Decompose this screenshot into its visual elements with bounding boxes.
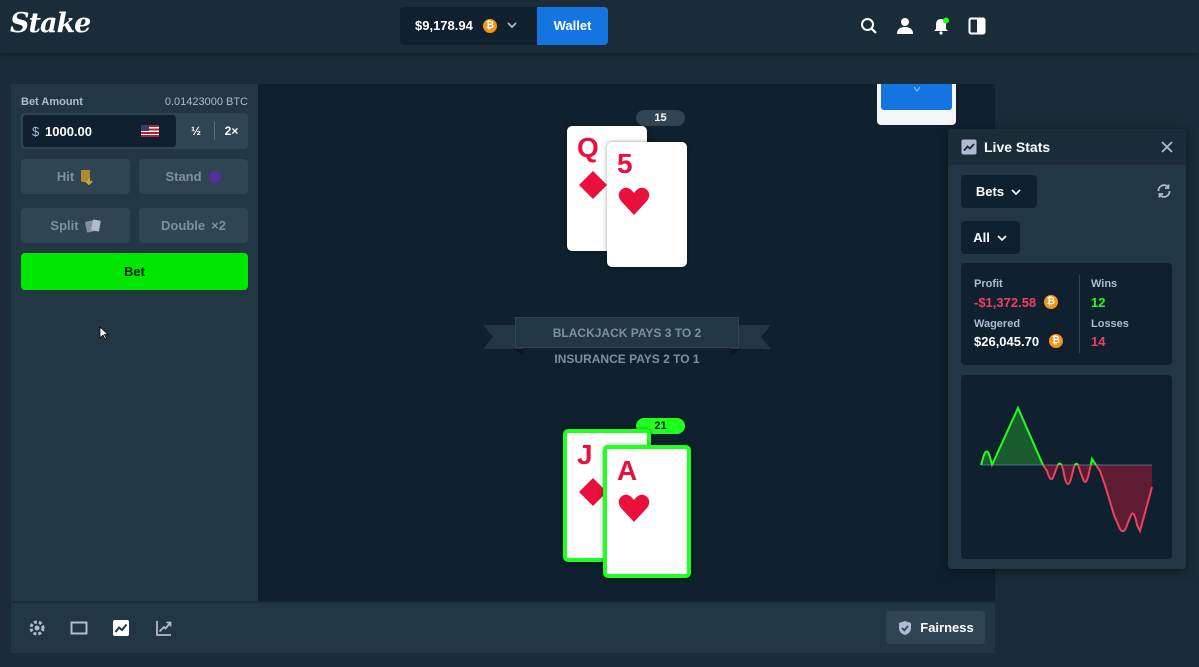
chevron-down-icon [997,234,1007,241]
refresh-icon[interactable] [1155,182,1173,200]
bitcoin-icon: ₿ [1044,295,1058,309]
sidebar-toggle-icon[interactable] [968,17,986,35]
live-stats-title: Live Stats [984,139,1051,155]
bet-amount-input[interactable]: $ 1000.00 [23,115,176,147]
card-rank: Q [577,132,599,163]
double-down-label: Double [161,218,206,233]
insurance-payout-text: INSURANCE PAYS 2 TO 1 [554,352,700,366]
stats-summary: Profit -$1,372.58 ₿ Wagered $26,045.70 ₿… [961,263,1172,365]
deck-shoe-widget [877,84,956,125]
bitcoin-icon: ₿ [483,19,497,33]
bet-button[interactable]: Bet [21,253,248,290]
close-icon[interactable] [1160,140,1174,154]
hit-button[interactable]: Hit [21,159,130,194]
currency-symbol: $ [32,124,40,139]
card-rank: 5 [617,148,633,179]
top-bar: Stake $9,178.94 ₿ Wallet [0,0,1199,53]
losses-label: Losses [1091,318,1129,330]
split-label: Split [50,218,79,233]
balance-selector[interactable]: $9,178.94 ₿ [400,7,537,45]
dealer-card-2: 5 [607,142,687,267]
stats-filter-dropdown[interactable]: Bets [961,175,1037,208]
losses-value: 14 [1091,334,1106,349]
balance-amount: $9,178.94 [415,18,473,33]
stand-button[interactable]: Stand [139,159,248,194]
chevron-down-icon [1011,188,1021,195]
user-icon[interactable] [896,17,914,35]
blackjack-payout-text: BLACKJACK PAYS 3 TO 2 [515,317,739,348]
profit-chart [961,375,1172,559]
settings-gear-icon[interactable] [28,619,46,637]
stand-hand-icon [208,170,221,183]
bet-amount-value: 1000.00 [45,124,92,139]
chevron-down-icon [507,22,517,29]
profit-value: -$1,372.58 [974,295,1037,310]
deck-shoe-inner [881,84,952,110]
search-icon[interactable] [860,17,878,35]
stand-label: Stand [165,169,202,184]
wagered-label: Wagered [974,318,1021,330]
wins-value: 12 [1091,295,1106,310]
stats-scope-label: All [973,230,990,245]
stats-chart-icon [961,139,977,155]
diamond-suit-icon [579,171,607,199]
theatre-mode-icon[interactable] [70,619,88,637]
us-flag-icon [141,125,159,137]
mouse-cursor-icon [99,326,109,340]
hit-card-icon [81,169,93,185]
stats-filter-label: Bets [975,184,1005,199]
hit-label: Hit [56,169,75,184]
fairness-button[interactable]: Fairness [886,611,985,644]
heart-suit-icon [618,187,650,215]
bitcoin-icon: ₿ [1049,334,1063,348]
fairness-label: Fairness [920,620,974,635]
game-footer: Fairness [11,603,995,653]
profit-label: Profit [974,278,1003,290]
heart-suit-icon [618,494,650,522]
stake-logo[interactable]: Stake [10,8,91,39]
player-card-2: A [603,445,691,578]
stats-divider [1079,275,1080,353]
bet-amount-group: $ 1000.00 ½ 2× [21,113,248,149]
bet-panel: Bet Amount 0.01423000 BTC $ 1000.00 ½ 2×… [11,84,258,601]
chevron-icon [913,86,921,92]
wagered-value: $26,045.70 [974,334,1040,349]
notification-bell-icon[interactable] [932,17,950,35]
popout-chart-icon[interactable] [155,619,173,637]
bet-amount-btc: 0.01423000 BTC [164,96,248,108]
half-bet-button[interactable]: ½ [178,115,214,147]
card-rank: J [577,439,593,470]
bet-amount-label: Bet Amount [21,96,83,108]
split-button[interactable]: Split [21,208,130,243]
split-cards-icon [84,219,101,233]
double-multiplier: ×2 [211,218,226,233]
profit-chart-svg [980,405,1153,534]
live-stats-chart-icon[interactable] [112,619,130,637]
live-stats-header: Live Stats [948,129,1186,165]
card-rank: A [617,455,638,486]
double-bet-button[interactable]: 2× [215,115,248,147]
stats-scope-dropdown[interactable]: All [961,221,1020,254]
double-down-button[interactable]: Double ×2 [139,208,248,243]
dealer-score: 15 [636,110,685,126]
shield-check-icon [899,620,912,635]
blackjack-table: 15 Q 5 BLACKJACK PAYS 3 TO 2 INSURANCE P… [258,84,995,601]
wins-label: Wins [1091,278,1118,290]
wallet-button[interactable]: Wallet [537,7,608,45]
live-stats-panel: Live Stats Bets All Profit -$1,372.58 ₿ … [948,129,1186,569]
